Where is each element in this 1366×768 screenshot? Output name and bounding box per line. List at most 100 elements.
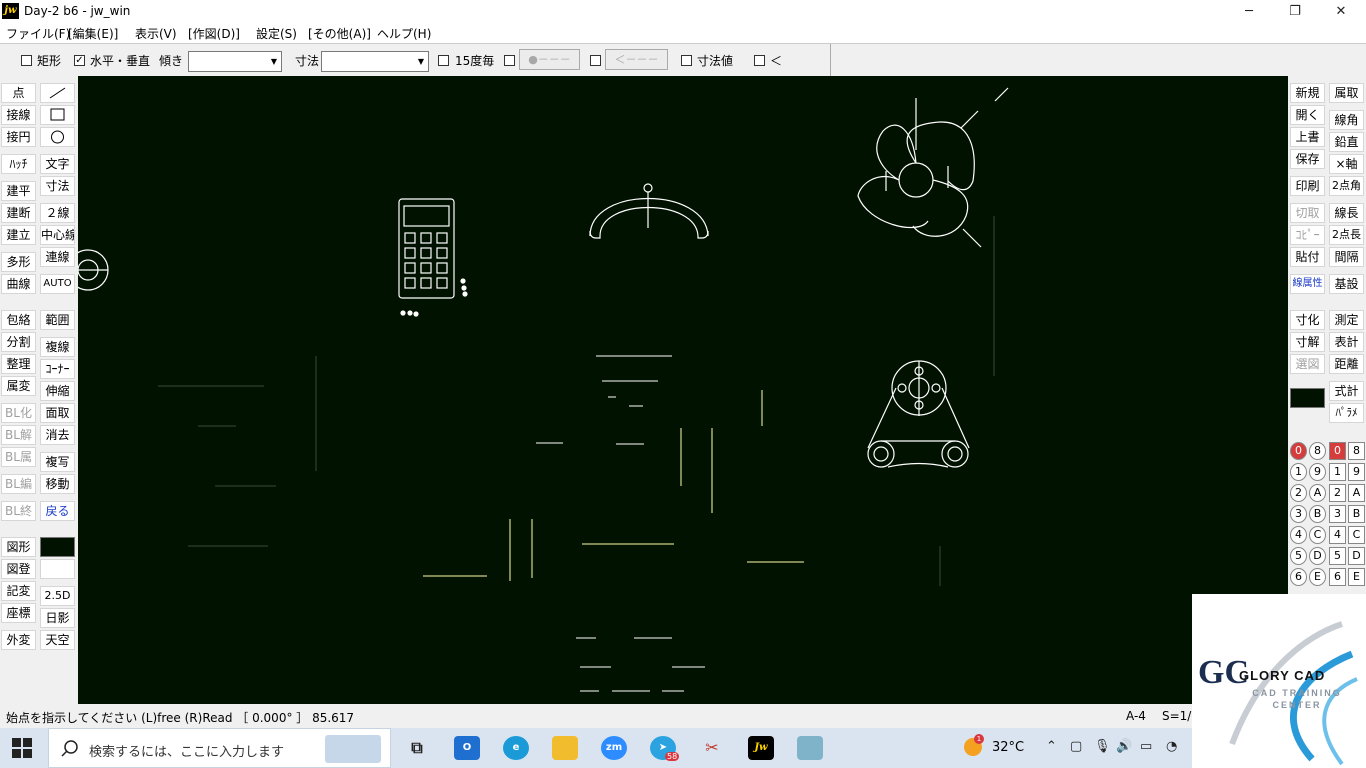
layer-5[interactable]: 5 xyxy=(1329,547,1346,565)
layer-group-4[interactable]: 4 xyxy=(1290,526,1307,544)
menu-edit[interactable]: [編集(E)] xyxy=(68,25,118,42)
tool-arch-elevation[interactable]: 建立 xyxy=(1,225,36,245)
paper-size[interactable]: A-4 xyxy=(1126,709,1146,723)
layer-group-e[interactable]: E xyxy=(1309,568,1326,586)
tool-block-edit[interactable]: BL編 xyxy=(1,474,36,494)
layer-4[interactable]: 4 xyxy=(1329,526,1346,544)
tool-save[interactable]: 保存 xyxy=(1290,149,1325,169)
point-checkbox[interactable] xyxy=(504,55,515,66)
wifi-icon[interactable]: ◔ xyxy=(1166,739,1177,754)
layer-group-d[interactable]: D xyxy=(1309,547,1326,565)
menu-other[interactable]: [その他(A)] xyxy=(308,25,371,42)
tool-line-attr[interactable]: 線属性 xyxy=(1290,274,1325,294)
app-window-icon[interactable] xyxy=(797,736,823,760)
tool-sun-shadow[interactable]: 日影 xyxy=(40,608,75,628)
tool-erase[interactable]: 消去 xyxy=(40,425,75,445)
tool-cut[interactable]: 切取 xyxy=(1290,203,1325,223)
tool-print[interactable]: 印刷 xyxy=(1290,176,1325,196)
tool-auto[interactable]: AUTO xyxy=(40,274,75,294)
tool-two-point-length[interactable]: 2点長 xyxy=(1329,225,1364,245)
tool-dim-ungroup[interactable]: 寸解 xyxy=(1290,332,1325,352)
tool-block-create[interactable]: BL化 xyxy=(1,403,36,423)
tool-block-end[interactable]: BL終 xyxy=(1,501,36,521)
tool-overwrite[interactable]: 上書 xyxy=(1290,127,1325,147)
deg15-checkbox[interactable] xyxy=(438,55,449,66)
menu-view[interactable]: 表示(V) xyxy=(135,25,177,42)
tool-text[interactable]: 文字 xyxy=(40,154,75,174)
tool-polygon[interactable]: 多形 xyxy=(1,252,36,272)
tool-chamfer[interactable]: 面取 xyxy=(40,403,75,423)
layer-1[interactable]: 1 xyxy=(1329,463,1346,481)
volume-icon[interactable]: 🔊 xyxy=(1116,739,1132,754)
tool-center-line[interactable]: 中心線 xyxy=(40,225,75,245)
layer-a[interactable]: A xyxy=(1348,484,1365,502)
tool-distance[interactable]: 距離 xyxy=(1329,354,1364,374)
tool-dimension[interactable]: 寸法 xyxy=(40,176,75,196)
tool-divide[interactable]: 分割 xyxy=(1,332,36,352)
tool-copy-clip[interactable]: ｺﾋﾟｰ xyxy=(1290,225,1325,245)
point-button[interactable]: ●－－－ xyxy=(519,49,580,70)
layer-group-8[interactable]: 8 xyxy=(1309,442,1326,460)
layer-2[interactable]: 2 xyxy=(1329,484,1346,502)
tool-tangent[interactable]: 接線 xyxy=(1,105,36,125)
tool-base-setting[interactable]: 基設 xyxy=(1329,274,1364,294)
temperature[interactable]: 32°C xyxy=(992,740,1024,755)
rect-checkbox[interactable] xyxy=(21,55,32,66)
tool-parameter[interactable]: ﾊﾟﾗﾒ xyxy=(1329,403,1364,423)
tool-arch-section[interactable]: 建断 xyxy=(1,203,36,223)
tool-figure[interactable]: 図形 xyxy=(1,537,36,557)
tool-line-length[interactable]: 線長 xyxy=(1329,203,1364,223)
layer-c[interactable]: C xyxy=(1348,526,1365,544)
layer-group-5[interactable]: 5 xyxy=(1290,547,1307,565)
menu-file[interactable]: ファイル(F) xyxy=(6,25,70,42)
outlook-icon[interactable]: O xyxy=(454,736,480,760)
tool-table-calc[interactable]: 表計 xyxy=(1329,332,1364,352)
meet-now-icon[interactable]: ▢ xyxy=(1070,739,1082,754)
layer-group-a[interactable]: A xyxy=(1309,484,1326,502)
layer-d[interactable]: D xyxy=(1348,547,1365,565)
tool-attr-pick[interactable]: 属取 xyxy=(1329,83,1364,103)
tool-cleanup[interactable]: 整理 xyxy=(1,354,36,374)
layer-6[interactable]: 6 xyxy=(1329,568,1346,586)
edge-icon[interactable]: e xyxy=(503,736,529,760)
tool-rectangle[interactable] xyxy=(40,105,75,125)
layer-group-b[interactable]: B xyxy=(1309,505,1326,523)
tool-formula[interactable]: 式計 xyxy=(1329,381,1364,401)
arrow-checkbox[interactable] xyxy=(590,55,601,66)
layer-b[interactable]: B xyxy=(1348,505,1365,523)
tool-open[interactable]: 開く xyxy=(1290,105,1325,125)
tool-symbol-change[interactable]: 記変 xyxy=(1,581,36,601)
tool-tangent-circle[interactable]: 接円 xyxy=(1,127,36,147)
zoom-icon[interactable]: zm xyxy=(601,736,627,760)
task-view-icon[interactable]: ⧉ xyxy=(404,736,430,760)
minimize-button[interactable]: ─ xyxy=(1226,0,1272,23)
tool-x-axis[interactable]: ×軸 xyxy=(1329,154,1364,174)
layer-group-3[interactable]: 3 xyxy=(1290,505,1307,523)
layer-group-9[interactable]: 9 xyxy=(1309,463,1326,481)
tool-block-explode[interactable]: BL解 xyxy=(1,425,36,445)
tool-select-figure[interactable]: 選図 xyxy=(1290,354,1325,374)
menu-draw[interactable]: [作図(D)] xyxy=(188,25,240,42)
drawing-canvas[interactable] xyxy=(78,76,1288,704)
tool-external-change[interactable]: 外変 xyxy=(1,630,36,650)
layer-group-1[interactable]: 1 xyxy=(1290,463,1307,481)
dimval-checkbox[interactable] xyxy=(681,55,692,66)
tool-attr-change[interactable]: 属変 xyxy=(1,376,36,396)
close-button[interactable]: ✕ xyxy=(1318,0,1364,23)
hv-checkbox[interactable]: ✓ xyxy=(74,55,85,66)
file-explorer-icon[interactable] xyxy=(552,736,578,760)
snipping-tool-icon[interactable]: ✂ xyxy=(699,736,725,760)
restore-button[interactable]: ❐ xyxy=(1272,0,1318,23)
tool-double-line[interactable]: ２線 xyxy=(40,203,75,223)
tool-two-point-angle[interactable]: 2点角 xyxy=(1329,176,1364,196)
tool-line-angle[interactable]: 線角 xyxy=(1329,110,1364,130)
tool-25d[interactable]: 2.5D xyxy=(40,586,75,606)
lt-checkbox[interactable] xyxy=(754,55,765,66)
layer-e[interactable]: E xyxy=(1348,568,1365,586)
tool-point[interactable]: 点 xyxy=(1,83,36,103)
tool-undo[interactable]: 戻る xyxy=(40,501,75,521)
layer-group-2[interactable]: 2 xyxy=(1290,484,1307,502)
tool-hatch[interactable]: ﾊｯﾁ xyxy=(1,154,36,174)
tool-figure-register[interactable]: 図登 xyxy=(1,559,36,579)
tool-sky[interactable]: 天空 xyxy=(40,630,75,650)
